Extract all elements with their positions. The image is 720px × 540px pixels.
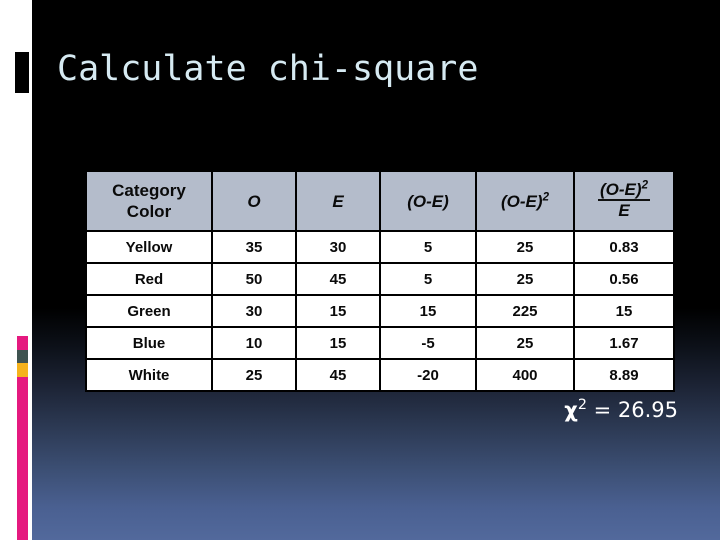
cell-difference-squared: 25 (475, 230, 575, 264)
cell-expected: 45 (295, 262, 381, 296)
cell-difference-squared: 25 (475, 326, 575, 360)
page-title: Calculate chi-square (57, 49, 479, 89)
difference-squared-base: (O-E) (501, 191, 543, 211)
ratio-numerator-base: (O-E) (600, 179, 642, 199)
table-row: White 25 45 -20 400 8.89 (85, 358, 675, 392)
cell-observed: 25 (211, 358, 297, 392)
decoration-gold-square (17, 363, 28, 377)
cell-observed: 10 (211, 326, 297, 360)
cell-difference: 5 (379, 230, 477, 264)
column-header-difference-squared: (O-E)2 (475, 170, 575, 232)
cell-ratio: 0.56 (573, 262, 675, 296)
cell-observed: 30 (211, 294, 297, 328)
cell-difference-squared: 400 (475, 358, 575, 392)
cell-expected: 15 (295, 294, 381, 328)
column-header-category: Category Color (85, 170, 213, 232)
column-header-category-line1: Category (112, 181, 186, 200)
table-row: Blue 10 15 -5 25 1.67 (85, 326, 675, 360)
slide-canvas: Calculate chi-square Category Color O E … (0, 0, 720, 540)
chi-square-table: Category Color O E (O-E) (O-E)2 (O-E)2 E (85, 170, 675, 392)
cell-ratio: 15 (573, 294, 675, 328)
ratio-numerator: (O-E)2 (598, 178, 650, 202)
decoration-slate-square (17, 350, 28, 363)
cell-expected: 45 (295, 358, 381, 392)
table-header: Category Color O E (O-E) (O-E)2 (O-E)2 E (85, 170, 675, 232)
table-body: Yellow 35 30 5 25 0.83 Red 50 45 5 25 0.… (85, 230, 675, 392)
column-header-difference: (O-E) (379, 170, 477, 232)
cell-difference: 5 (379, 262, 477, 296)
ratio-numerator-exponent: 2 (641, 178, 648, 191)
column-header-category-line2: Color (126, 202, 172, 221)
column-header-expected: E (295, 170, 381, 232)
ratio-fraction: (O-E)2 E (598, 178, 650, 221)
cell-category: Blue (85, 326, 213, 360)
table-header-row: Category Color O E (O-E) (O-E)2 (O-E)2 E (85, 170, 675, 232)
difference-squared-exponent: 2 (542, 190, 549, 203)
chi-value: 26.95 (617, 398, 678, 422)
table-row: Yellow 35 30 5 25 0.83 (85, 230, 675, 264)
cell-difference-squared: 25 (475, 262, 575, 296)
cell-difference: -5 (379, 326, 477, 360)
cell-expected: 15 (295, 326, 381, 360)
cell-category: Yellow (85, 230, 213, 264)
chi-symbol: χ (564, 398, 578, 422)
chi-exponent: 2 (577, 397, 587, 413)
table-row: Red 50 45 5 25 0.56 (85, 262, 675, 296)
cell-difference: 15 (379, 294, 477, 328)
cell-category: Red (85, 262, 213, 296)
chi-square-total: χ2 = 26.95 (400, 398, 678, 422)
ratio-denominator: E (618, 201, 630, 221)
cell-category: Green (85, 294, 213, 328)
cell-ratio: 8.89 (573, 358, 675, 392)
cell-ratio: 1.67 (573, 326, 675, 360)
column-header-ratio: (O-E)2 E (573, 170, 675, 232)
cell-difference-squared: 225 (475, 294, 575, 328)
table-row: Green 30 15 15 225 15 (85, 294, 675, 328)
decoration-pink-bar (17, 377, 28, 540)
cell-ratio: 0.83 (573, 230, 675, 264)
chi-equals: = (586, 398, 618, 422)
cell-expected: 30 (295, 230, 381, 264)
decoration-black-block (15, 52, 29, 93)
cell-category: White (85, 358, 213, 392)
cell-observed: 50 (211, 262, 297, 296)
decoration-pink-square (17, 336, 28, 350)
cell-difference: -20 (379, 358, 477, 392)
cell-observed: 35 (211, 230, 297, 264)
column-header-observed: O (211, 170, 297, 232)
